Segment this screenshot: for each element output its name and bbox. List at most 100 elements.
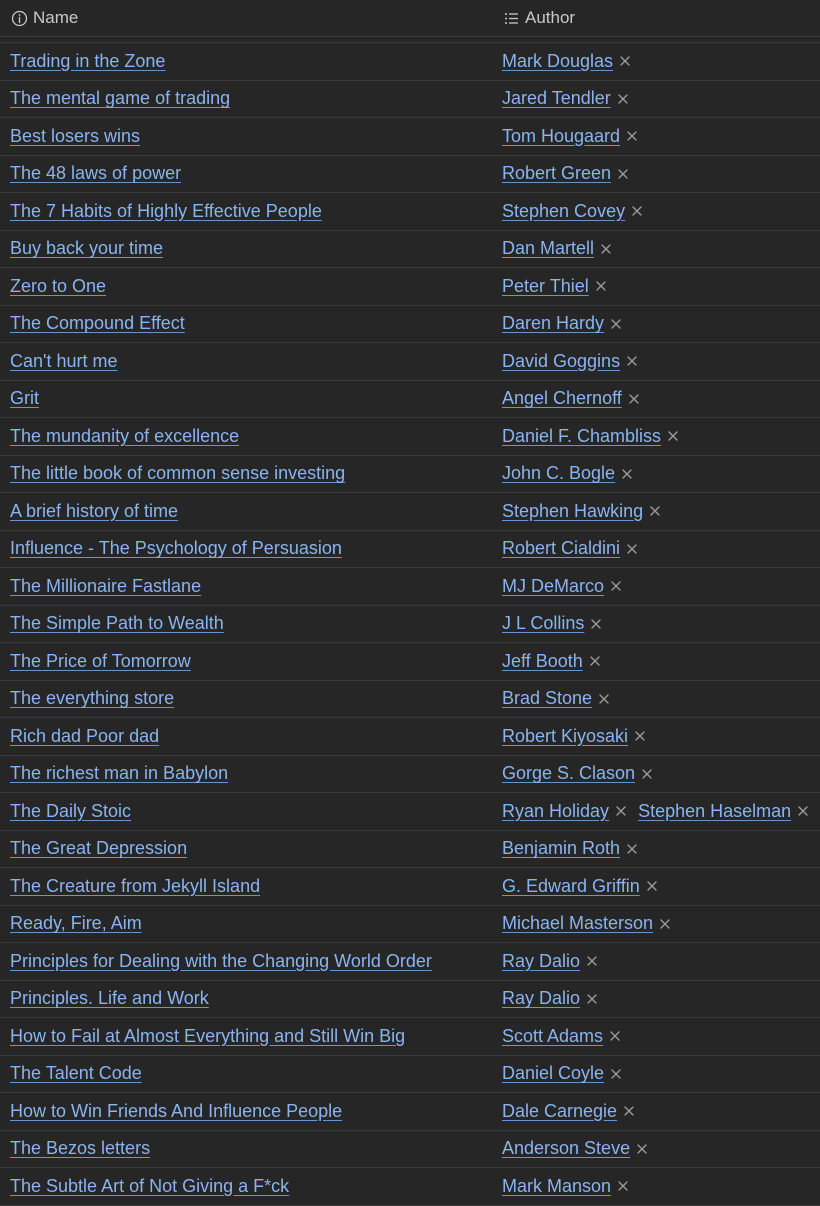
- book-title-link[interactable]: Trading in the Zone: [10, 51, 165, 72]
- book-title-link[interactable]: The Creature from Jekyll Island: [10, 876, 260, 897]
- close-icon[interactable]: [609, 1067, 623, 1081]
- author-link[interactable]: Brad Stone: [502, 688, 592, 709]
- book-title-link[interactable]: The Compound Effect: [10, 313, 185, 334]
- author-link[interactable]: John C. Bogle: [502, 463, 615, 484]
- book-title-link[interactable]: The everything store: [10, 688, 174, 709]
- book-title-link[interactable]: How to Win Friends And Influence People: [10, 1101, 342, 1122]
- close-icon[interactable]: [620, 467, 634, 481]
- book-title-link[interactable]: Buy back your time: [10, 238, 163, 259]
- close-icon[interactable]: [630, 204, 644, 218]
- book-title-link[interactable]: The 7 Habits of Highly Effective People: [10, 201, 322, 222]
- author-link[interactable]: Tom Hougaard: [502, 126, 620, 147]
- close-icon[interactable]: [599, 242, 613, 256]
- close-icon[interactable]: [648, 504, 662, 518]
- book-title-link[interactable]: Can't hurt me: [10, 351, 117, 372]
- book-title-link[interactable]: Rich dad Poor dad: [10, 726, 159, 747]
- close-icon[interactable]: [625, 542, 639, 556]
- close-icon[interactable]: [633, 729, 647, 743]
- author-link[interactable]: Mark Douglas: [502, 51, 613, 72]
- author-link[interactable]: Michael Masterson: [502, 913, 653, 934]
- close-icon[interactable]: [796, 804, 810, 818]
- close-icon[interactable]: [609, 317, 623, 331]
- close-icon[interactable]: [666, 429, 680, 443]
- author-link[interactable]: Dale Carnegie: [502, 1101, 617, 1122]
- close-icon[interactable]: [585, 992, 599, 1006]
- author-link[interactable]: Stephen Covey: [502, 201, 625, 222]
- name-column-header[interactable]: Name: [0, 8, 492, 28]
- author-link[interactable]: Ray Dalio: [502, 988, 580, 1009]
- author-link[interactable]: MJ DeMarco: [502, 576, 604, 597]
- author-link[interactable]: Peter Thiel: [502, 276, 589, 297]
- book-title-link[interactable]: The richest man in Babylon: [10, 763, 228, 784]
- close-icon[interactable]: [616, 167, 630, 181]
- author-link[interactable]: Jared Tendler: [502, 88, 611, 109]
- close-icon[interactable]: [588, 654, 602, 668]
- author-link[interactable]: Anderson Steve: [502, 1138, 630, 1159]
- close-icon[interactable]: [618, 54, 632, 68]
- close-icon[interactable]: [616, 92, 630, 106]
- close-icon[interactable]: [597, 692, 611, 706]
- author-link[interactable]: Stephen Haselman: [638, 801, 791, 822]
- close-icon[interactable]: [640, 767, 654, 781]
- close-icon[interactable]: [625, 354, 639, 368]
- author-link[interactable]: Jeff Booth: [502, 651, 583, 672]
- book-title-link[interactable]: The 48 laws of power: [10, 163, 181, 184]
- book-title-link[interactable]: The Great Depression: [10, 838, 187, 859]
- book-title-link[interactable]: The little book of common sense investin…: [10, 463, 345, 484]
- close-icon[interactable]: [658, 917, 672, 931]
- book-title-link[interactable]: The mundanity of excellence: [10, 426, 239, 447]
- author-link[interactable]: Robert Kiyosaki: [502, 726, 628, 747]
- book-title-link[interactable]: Grit: [10, 388, 39, 409]
- close-icon[interactable]: [608, 1029, 622, 1043]
- close-icon[interactable]: [625, 129, 639, 143]
- author-link[interactable]: David Goggins: [502, 351, 620, 372]
- author-link[interactable]: Benjamin Roth: [502, 838, 620, 859]
- book-title-link[interactable]: Ready, Fire, Aim: [10, 913, 142, 934]
- author-link[interactable]: Daniel F. Chambliss: [502, 426, 661, 447]
- author-link[interactable]: Gorge S. Clason: [502, 763, 635, 784]
- book-title-link[interactable]: The Bezos letters: [10, 1138, 150, 1159]
- book-title-link[interactable]: Principles for Dealing with the Changing…: [10, 951, 432, 972]
- author-link[interactable]: Daniel Coyle: [502, 1063, 604, 1084]
- author-link[interactable]: Daren Hardy: [502, 313, 604, 334]
- author-link[interactable]: Mark Manson: [502, 1176, 611, 1197]
- author-cell: Benjamin Roth: [492, 838, 820, 859]
- close-icon[interactable]: [635, 1142, 649, 1156]
- book-title-link[interactable]: Principles. Life and Work: [10, 988, 209, 1009]
- book-title-link[interactable]: The Simple Path to Wealth: [10, 613, 224, 634]
- book-title-link[interactable]: A brief history of time: [10, 501, 178, 522]
- close-icon[interactable]: [585, 954, 599, 968]
- author-link[interactable]: Angel Chernoff: [502, 388, 622, 409]
- close-icon[interactable]: [622, 1104, 636, 1118]
- book-title-link[interactable]: Zero to One: [10, 276, 106, 297]
- book-title-link[interactable]: Best losers wins: [10, 126, 140, 147]
- book-title-link[interactable]: The mental game of trading: [10, 88, 230, 109]
- close-icon[interactable]: [627, 392, 641, 406]
- author-link[interactable]: G. Edward Griffin: [502, 876, 640, 897]
- book-title-link[interactable]: The Daily Stoic: [10, 801, 131, 822]
- book-title-link[interactable]: The Price of Tomorrow: [10, 651, 191, 672]
- book-title-link[interactable]: How to Fail at Almost Everything and Sti…: [10, 1026, 405, 1047]
- book-title-link[interactable]: Influence - The Psychology of Persuasion: [10, 538, 342, 559]
- author-link[interactable]: Scott Adams: [502, 1026, 603, 1047]
- table-row: The mundanity of excellence Daniel F. Cha…: [0, 418, 820, 456]
- close-icon[interactable]: [625, 842, 639, 856]
- close-icon[interactable]: [616, 1179, 630, 1193]
- author-link[interactable]: Dan Martell: [502, 238, 594, 259]
- author-link[interactable]: Stephen Hawking: [502, 501, 643, 522]
- author-link[interactable]: Robert Green: [502, 163, 611, 184]
- close-icon[interactable]: [594, 279, 608, 293]
- close-icon[interactable]: [609, 579, 623, 593]
- author-link[interactable]: Robert Cialdini: [502, 538, 620, 559]
- close-icon[interactable]: [614, 804, 628, 818]
- author-link[interactable]: J L Collins: [502, 613, 584, 634]
- close-icon[interactable]: [645, 879, 659, 893]
- book-title-link[interactable]: The Subtle Art of Not Giving a F*ck: [10, 1176, 289, 1197]
- close-icon[interactable]: [589, 617, 603, 631]
- author-column-header[interactable]: Author: [492, 8, 820, 28]
- book-title-link[interactable]: The Millionaire Fastlane: [10, 576, 201, 597]
- book-title-link[interactable]: The Talent Code: [10, 1063, 142, 1084]
- author-cell: Robert Kiyosaki: [492, 726, 820, 747]
- author-link[interactable]: Ray Dalio: [502, 951, 580, 972]
- author-link[interactable]: Ryan Holiday: [502, 801, 609, 822]
